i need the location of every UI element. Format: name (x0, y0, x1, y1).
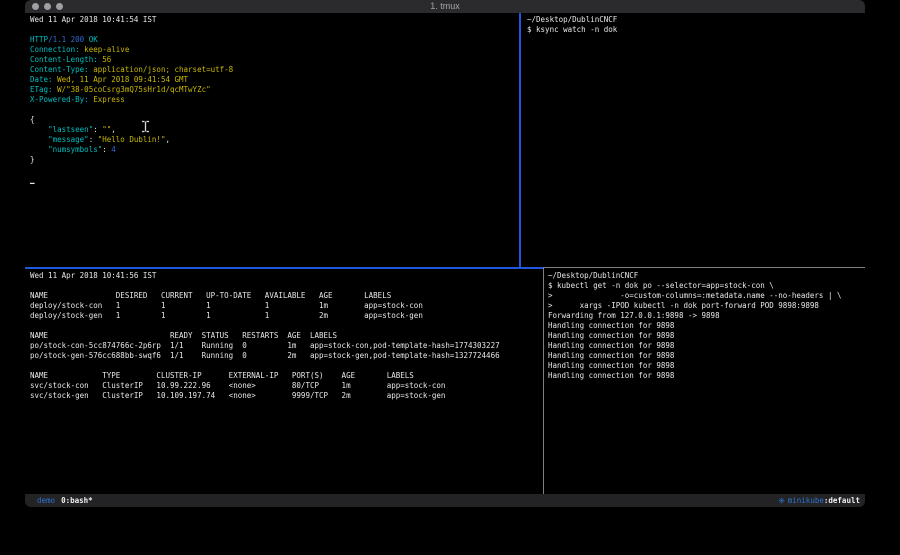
pane-divider-vertical-inactive[interactable] (543, 268, 544, 494)
terminal-line: svc/stock-gen ClusterIP 10.109.197.74 <n… (30, 391, 548, 401)
terminal-line: po/stock-gen-576cc688bb-swqf6 1/1 Runnin… (30, 351, 548, 361)
pane-divider-vertical-active[interactable] (519, 13, 521, 268)
terminal-line: deploy/stock-gen 1 1 1 1 2m app=stock-ge… (30, 311, 548, 321)
terminal-line: "numsymbols": 4 (30, 145, 524, 155)
session-name: demo (37, 496, 55, 505)
pane-ksync-watch[interactable]: ~/Desktop/DublinCNCF$ ksync watch -n dok (522, 13, 865, 269)
terminal-line: Handling connection for 9898 (548, 341, 865, 351)
terminal-line: NAME READY STATUS RESTARTS AGE LABELS (30, 331, 548, 341)
status-right: ⎈ minikube :default (778, 496, 865, 506)
terminal-line: ~/Desktop/DublinCNCF (548, 271, 865, 281)
terminal-line: X-Powered-By: Express (30, 95, 524, 105)
terminal-line: $ kubectl get -n dok po --selector=app=s… (548, 281, 865, 291)
terminal-line: deploy/stock-con 1 1 1 1 1m app=stock-co… (30, 301, 548, 311)
terminal-line: > xargs -IPOD kubectl -n dok port-forwar… (548, 301, 865, 311)
terminal-line: HTTP/1.1 200 OK (30, 35, 524, 45)
terminal-line: Handling connection for 9898 (548, 361, 865, 371)
terminal-line: NAME DESIRED CURRENT UP-TO-DATE AVAILABL… (30, 291, 548, 301)
kube-namespace: :default (824, 496, 860, 505)
terminal-line: $ ksync watch -n dok (527, 25, 865, 35)
terminal-line: ETag: W/"38-05coCsrg3mQ75sHr1d/qcMTwYZc" (30, 85, 524, 95)
close-button[interactable] (32, 3, 39, 10)
terminal-line: ~/Desktop/DublinCNCF (527, 15, 865, 25)
terminal-line: } (30, 155, 524, 165)
terminal-line: Handling connection for 9898 (548, 371, 865, 381)
status-left: demo 0:bash* (25, 496, 93, 505)
traffic-lights (32, 0, 63, 13)
tmux-status-bar: demo 0:bash* ⎈ minikube :default (25, 494, 865, 507)
terminal-line: Handling connection for 9898 (548, 321, 865, 331)
kube-context: minikube (788, 496, 824, 505)
terminal-line: Content-Type: application/json; charset=… (30, 65, 524, 75)
terminal-line (30, 25, 524, 35)
pane-kubectl-get-all[interactable]: Wed 11 Apr 2018 10:41:56 IST NAME DESIRE… (25, 269, 548, 496)
terminal-line (30, 165, 524, 175)
pane-divider-horizontal-inactive[interactable] (543, 267, 865, 268)
terminal-line (30, 105, 524, 115)
window-titlebar[interactable]: 1. tmux (25, 0, 865, 13)
terminal-window: 1. tmux Wed 11 Apr 2018 10:41:54 IST HTT… (25, 0, 865, 507)
minimize-button[interactable] (44, 3, 51, 10)
zoom-button[interactable] (56, 3, 63, 10)
desktop: 1. tmux Wed 11 Apr 2018 10:41:54 IST HTT… (0, 0, 900, 555)
terminal-line: "lastseen": "", (30, 125, 524, 135)
terminal-line (30, 321, 548, 331)
terminal-line: po/stock-con-5cc874766c-2p6rp 1/1 Runnin… (30, 341, 548, 351)
terminal-line: Wed 11 Apr 2018 10:41:56 IST (30, 271, 548, 281)
window-title: 1. tmux (25, 0, 865, 13)
terminal-line: Forwarding from 127.0.0.1:9898 -> 9898 (548, 311, 865, 321)
terminal-line: > -o=custom-columns=:metadata.name --no-… (548, 291, 865, 301)
terminal-line: Wed 11 Apr 2018 10:41:54 IST (30, 15, 524, 25)
terminal-line: "message": "Hello Dublin!", (30, 135, 524, 145)
window-label[interactable]: 0:bash* (61, 496, 93, 505)
pane-divider-horizontal-active[interactable] (25, 267, 543, 269)
kubernetes-helm-icon: ⎈ (778, 496, 784, 506)
terminal-line: Date: Wed, 11 Apr 2018 09:41:54 GMT (30, 75, 524, 85)
pane-port-forward[interactable]: ~/Desktop/DublinCNCF$ kubectl get -n dok… (545, 269, 865, 496)
terminal-line (30, 281, 548, 291)
terminal-line: Handling connection for 9898 (548, 331, 865, 341)
terminal-line: { (30, 115, 524, 125)
terminal-line: Handling connection for 9898 (548, 351, 865, 361)
terminal-line: Content-Length: 56 (30, 55, 524, 65)
pane-http-response[interactable]: Wed 11 Apr 2018 10:41:54 IST HTTP/1.1 20… (25, 13, 524, 269)
terminal-line (30, 361, 548, 371)
terminal-line: Connection: keep-alive (30, 45, 524, 55)
terminal-line: svc/stock-con ClusterIP 10.99.222.96 <no… (30, 381, 548, 391)
terminal-line: ▁ (30, 175, 524, 185)
terminal-line: NAME TYPE CLUSTER-IP EXTERNAL-IP PORT(S)… (30, 371, 548, 381)
